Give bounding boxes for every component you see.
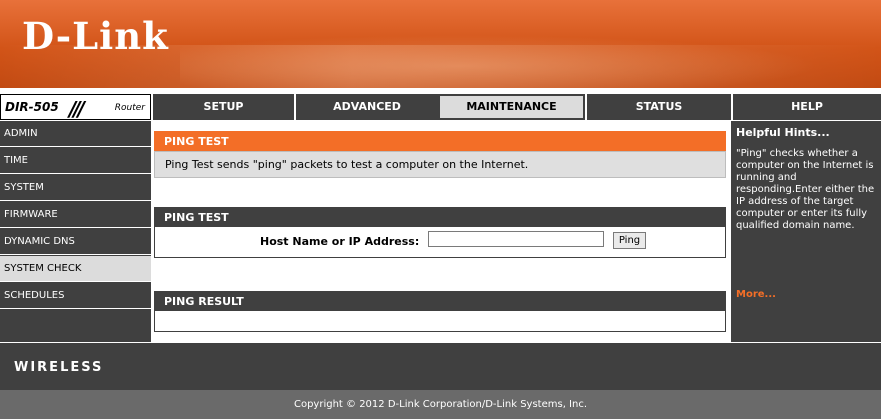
page: D-Link DIR-505 /// Router SETUP ADVANCED… [0, 0, 881, 419]
tab-status[interactable]: STATUS [585, 94, 731, 120]
intro-text: Ping Test sends "ping" packets to test a… [165, 158, 529, 171]
header-banner: D-Link [0, 0, 881, 88]
main-content: PING TEST Ping Test sends "ping" packets… [151, 121, 731, 342]
intro-section: PING TEST Ping Test sends "ping" packets… [154, 131, 726, 178]
hints-text: "Ping" checks whether a computer on the … [736, 148, 875, 231]
more-link[interactable]: More... [736, 289, 776, 300]
ping-result-section: PING RESULT [154, 291, 726, 332]
sidebar-item-system[interactable]: SYSTEM [0, 175, 151, 201]
host-row: Host Name or IP Address: Ping [154, 227, 726, 258]
sidebar-item-system-check[interactable]: SYSTEM CHECK [0, 256, 151, 282]
sidebar: ADMIN TIME SYSTEM FIRMWARE DYNAMIC DNS S… [0, 121, 151, 342]
section-title: PING RESULT [154, 291, 726, 311]
dlink-logo: D-Link [22, 14, 169, 58]
tab-maintenance[interactable]: MAINTENANCE [438, 94, 585, 120]
ping-result-body [154, 311, 726, 332]
copyright-footer: Copyright © 2012 D-Link Corporation/D-Li… [0, 390, 881, 419]
tab-setup[interactable]: SETUP [151, 94, 294, 120]
model-name: DIR-505 [5, 100, 59, 114]
top-nav: DIR-505 /// Router SETUP ADVANCED MAINTE… [0, 94, 881, 121]
ping-button[interactable]: Ping [613, 232, 646, 249]
ping-test-section: PING TEST Host Name or IP Address: Ping [154, 207, 726, 258]
model-type: Router [114, 103, 145, 113]
section-title: PING TEST [154, 207, 726, 227]
host-input[interactable] [428, 231, 604, 247]
wireless-logo: WIRELESS [14, 360, 104, 375]
helpful-hints-panel: Helpful Hints... "Ping" checks whether a… [731, 121, 881, 342]
hints-title: Helpful Hints... [736, 126, 830, 139]
sidebar-item-dynamic-dns[interactable]: DYNAMIC DNS [0, 229, 151, 255]
tab-help[interactable]: HELP [731, 94, 881, 120]
sidebar-item-schedules[interactable]: SCHEDULES [0, 283, 151, 309]
tab-advanced[interactable]: ADVANCED [294, 94, 438, 120]
sidebar-item-firmware[interactable]: FIRMWARE [0, 202, 151, 228]
sidebar-item-time[interactable]: TIME [0, 148, 151, 174]
sidebar-item-admin[interactable]: ADMIN [0, 121, 151, 147]
host-label: Host Name or IP Address: [260, 235, 420, 248]
model-badge: DIR-505 /// Router [0, 94, 151, 121]
section-title: PING TEST [154, 131, 726, 151]
model-slashes: /// [69, 97, 85, 121]
wireless-bar: WIRELESS [0, 342, 881, 391]
intro-box: Ping Test sends "ping" packets to test a… [154, 151, 726, 178]
